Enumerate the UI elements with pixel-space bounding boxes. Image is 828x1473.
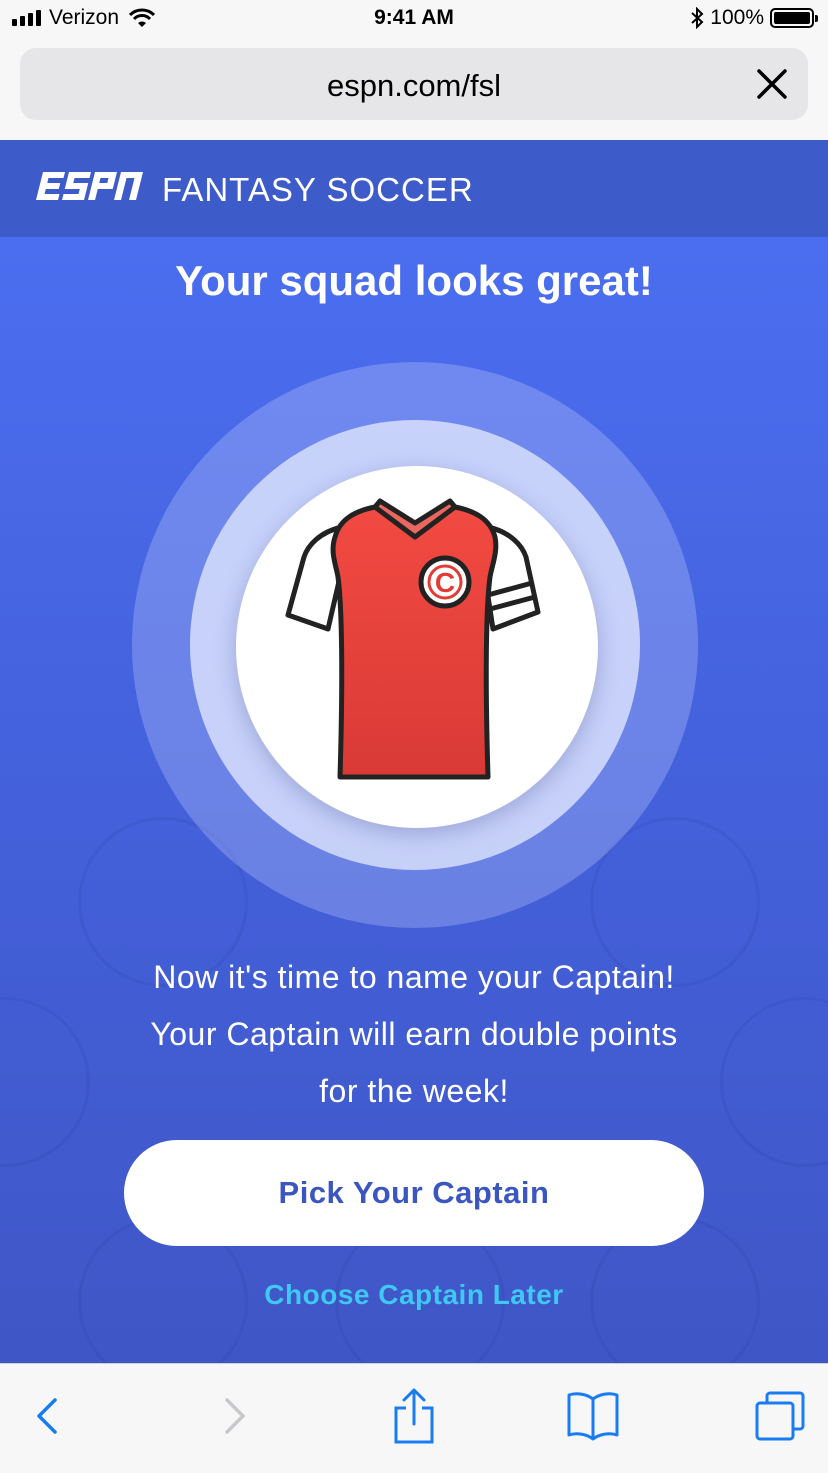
app-header: FANTASY SOCCER bbox=[0, 140, 828, 237]
page-title: Your squad looks great! bbox=[175, 257, 653, 304]
status-bar: Verizon 9:41 AM 100% bbox=[0, 0, 828, 40]
browser-toolbar bbox=[0, 1363, 828, 1473]
main-panel: Your squad looks great! C Now it's time … bbox=[0, 237, 828, 1363]
url-text[interactable]: espn.com/fsl bbox=[20, 68, 808, 104]
captain-jersey-icon: C bbox=[285, 498, 541, 780]
espn-logo[interactable] bbox=[34, 168, 146, 204]
forward-button[interactable] bbox=[204, 1386, 264, 1446]
status-right: 100% bbox=[690, 6, 818, 30]
bookmarks-icon bbox=[567, 1392, 619, 1441]
forward-icon bbox=[225, 1398, 245, 1434]
browser-address-area: espn.com/fsl bbox=[0, 40, 828, 141]
bluetooth-icon bbox=[691, 7, 704, 29]
address-bar[interactable]: espn.com/fsl bbox=[20, 48, 808, 120]
message-line-2: Your Captain will earn double points bbox=[150, 1016, 678, 1052]
back-button[interactable] bbox=[18, 1386, 78, 1446]
captain-message: Now it's time to name your Captain! Your… bbox=[0, 949, 828, 1120]
bookmarks-button[interactable] bbox=[563, 1386, 623, 1446]
tabs-button[interactable] bbox=[750, 1386, 810, 1446]
battery-icon bbox=[770, 8, 818, 28]
choose-captain-later-link[interactable]: Choose Captain Later bbox=[0, 1279, 828, 1311]
share-button[interactable] bbox=[384, 1386, 444, 1446]
share-icon bbox=[394, 1388, 434, 1444]
message-line-3: for the week! bbox=[319, 1073, 509, 1109]
back-icon bbox=[37, 1398, 57, 1434]
battery-label: 100% bbox=[710, 6, 764, 29]
message-line-1: Now it's time to name your Captain! bbox=[153, 959, 675, 995]
close-icon[interactable] bbox=[754, 66, 790, 102]
tabs-icon bbox=[755, 1391, 805, 1441]
pick-captain-button[interactable]: Pick Your Captain bbox=[124, 1140, 704, 1246]
captain-badge-label: C bbox=[435, 567, 455, 598]
header-title: FANTASY SOCCER bbox=[162, 171, 474, 208]
